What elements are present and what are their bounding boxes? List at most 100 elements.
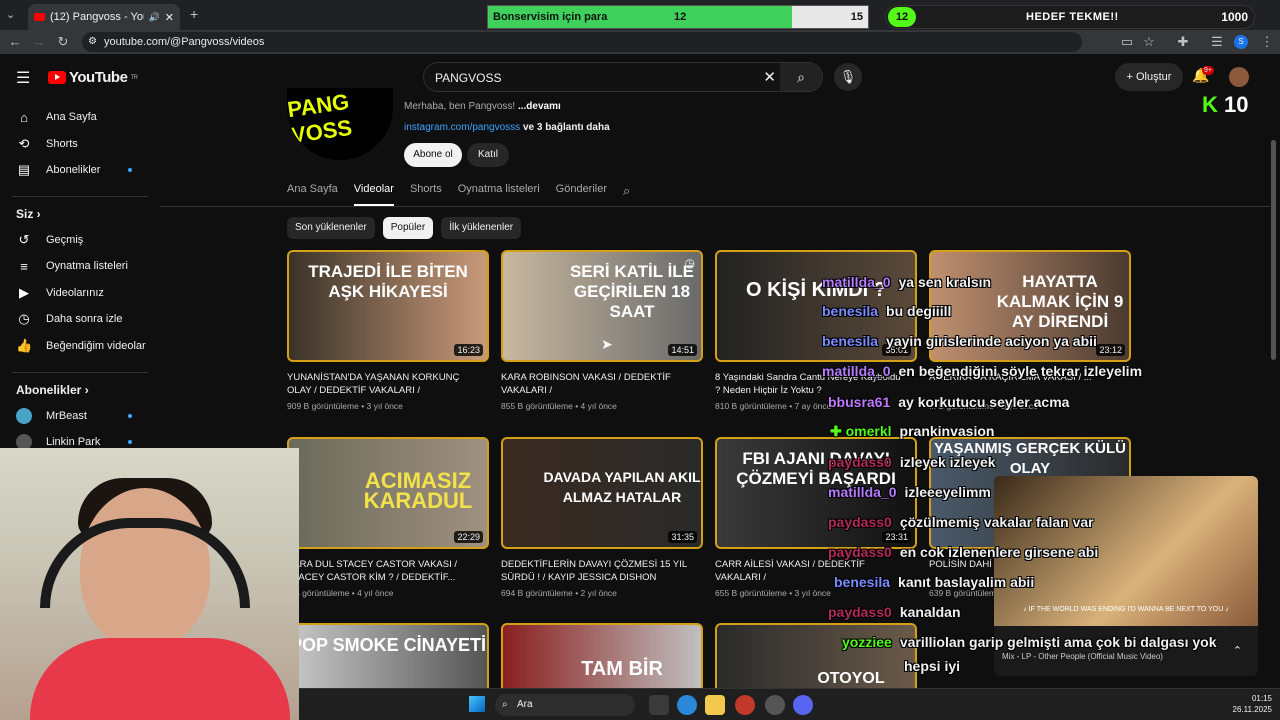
url-field[interactable]: ⚙ youtube.com/@Pangvoss/videos xyxy=(82,32,1082,52)
chip-popular[interactable]: Popüler xyxy=(382,217,434,239)
chip-latest[interactable]: Son yüklenenler xyxy=(287,217,375,239)
tab-playlists[interactable]: Oynatma listeleri xyxy=(458,183,540,206)
sidebar-item-label: Linkin Park xyxy=(46,436,101,448)
chat-text: yayin girislerinde aciyon ya abii xyxy=(886,333,1097,349)
sidebar-item-home[interactable]: ⌂ Ana Sayfa xyxy=(16,104,156,130)
chevron-up-icon[interactable]: ⌃ xyxy=(1233,644,1242,657)
hamburger-menu-icon[interactable]: ☰ xyxy=(16,68,30,88)
start-windows-icon[interactable] xyxy=(469,696,485,712)
windows-taskbar: ⌕ Ara 01:15 26.11.2025 xyxy=(299,688,1280,720)
chat-text: kanıt baslayalim abii xyxy=(898,574,1035,590)
tab-home[interactable]: Ana Sayfa xyxy=(287,183,338,206)
create-button[interactable]: + Oluştur xyxy=(1115,63,1183,91)
youtube-logo[interactable]: YouTube TR xyxy=(48,69,138,86)
tab-videos[interactable]: Videolar xyxy=(353,183,394,206)
more-links[interactable]: ve 3 bağlantı daha xyxy=(523,122,610,133)
search-input[interactable]: PANGVOSS xyxy=(435,71,501,85)
taskbar-search-label: Ara xyxy=(517,699,533,710)
clock-date: 26.11.2025 xyxy=(1232,705,1272,714)
video-card[interactable]: DAVADA YAPILAN AKIL ALMAZ HATALAR 31:35 D… xyxy=(501,437,703,598)
subscribe-button[interactable]: Abone ol xyxy=(404,143,462,167)
sidebar-item-watch-later[interactable]: ◷ Daha sonra izle xyxy=(16,306,156,332)
instagram-link[interactable]: instagram.com/pangvosss xyxy=(404,122,520,133)
sidebar-item-subscriptions[interactable]: ▤ Abonelikler xyxy=(16,157,156,183)
chat-message: ✚ omerkl prankinvasion xyxy=(830,422,994,440)
discord-icon[interactable] xyxy=(793,695,813,715)
sidebar: ⌂ Ana Sayfa ⟲ Shorts ▤ Abonelikler Siz › ↺ G… xyxy=(0,100,160,450)
reload-icon[interactable]: ↻ xyxy=(54,33,72,51)
channel-tabs: Ana Sayfa Videolar Shorts Oynatma listel… xyxy=(287,183,630,206)
chat-text: çözülmemiş vakalar falan var xyxy=(899,514,1094,530)
sidebar-item-shorts[interactable]: ⟲ Shorts xyxy=(16,131,156,157)
chat-message: bbusra61 ay korkutucu seyler acma xyxy=(828,393,1069,411)
profile-icon[interactable]: S xyxy=(1234,35,1248,49)
obs-icon[interactable] xyxy=(765,695,785,715)
watch-later-icon[interactable]: ◷ xyxy=(685,256,695,270)
bookmark-star-icon[interactable]: ☆ xyxy=(1140,33,1158,51)
taskbar-search[interactable]: ⌕ Ara xyxy=(495,694,635,716)
video-card[interactable]: TRAJEDİ İLE BİTEN AŞK HİKAYESİ 16:23 YUNA… xyxy=(287,250,489,411)
video-title[interactable]: KARA ROBINSON VAKASI / DEDEKTİF VAKALARI… xyxy=(501,371,703,397)
sidebar-item-your-videos[interactable]: ▶ Videolarınız xyxy=(16,280,156,306)
channel-description[interactable]: Merhaba, ben Pangvoss! ...devamı xyxy=(404,101,561,112)
back-icon[interactable]: ← xyxy=(6,33,24,51)
clear-search-icon[interactable]: ✕ xyxy=(763,68,776,86)
sidebar-you-heading[interactable]: Siz › xyxy=(16,207,41,221)
tab-close-icon[interactable]: ✕ xyxy=(165,11,174,24)
kick-count: 10 xyxy=(1224,92,1249,117)
channel-search-icon[interactable]: ⌕ xyxy=(623,183,630,206)
search-button[interactable]: ⌕ xyxy=(780,63,822,91)
cast-icon[interactable]: ▭ xyxy=(1118,33,1136,51)
sidebar-subs-heading[interactable]: Abonelikler › xyxy=(16,383,89,397)
video-card[interactable]: ACIMASIZ KARADUL 22:29 KARA DUL STACEY CA… xyxy=(287,437,489,598)
menu-kebab-icon[interactable]: ⋮ xyxy=(1258,33,1276,51)
webcam-person-shirt xyxy=(30,638,290,720)
tab-shorts[interactable]: Shorts xyxy=(410,183,442,206)
home-icon: ⌂ xyxy=(20,109,28,125)
browser-tab[interactable]: (12) Pangvoss - YouTube 🔊 ✕ xyxy=(28,4,180,30)
forward-icon[interactable]: → xyxy=(30,33,48,51)
follower-goal-bar: 12 HEDEF TEKME!! 1000 xyxy=(885,5,1255,29)
speaker-icon[interactable]: 🔊 xyxy=(149,12,160,23)
sidebar-item-history[interactable]: ↺ Geçmiş xyxy=(16,227,156,253)
taskbar-clock[interactable]: 01:15 26.11.2025 xyxy=(1233,693,1272,715)
chat-username: matillda_0 xyxy=(822,274,891,290)
tab-search-icon[interactable]: ⌄ xyxy=(6,8,15,21)
voice-search-button[interactable]: 🎙 xyxy=(834,63,862,91)
chrome-icon[interactable] xyxy=(677,695,697,715)
video-thumbnail[interactable]: ACIMASIZ KARADUL 22:29 xyxy=(287,437,489,549)
chat-text: izleeeyelimm xyxy=(904,484,991,500)
join-button[interactable]: Katıl xyxy=(467,143,509,167)
account-avatar[interactable] xyxy=(1229,67,1249,87)
search-box[interactable]: PANGVOSS ✕ ⌕ xyxy=(423,62,823,92)
file-explorer-icon[interactable] xyxy=(705,695,725,715)
channel-avatar[interactable]: PANG VOSS xyxy=(287,88,393,160)
opera-icon[interactable] xyxy=(735,695,755,715)
video-title[interactable]: YUNANİSTAN'DA YAŞANAN KORKUNÇ OLAY / DED… xyxy=(287,371,489,397)
more-link[interactable]: ...devamı xyxy=(518,101,561,112)
chat-username: benesila xyxy=(822,303,879,319)
page-scrollbar[interactable] xyxy=(1271,140,1276,360)
site-info-icon[interactable]: ⚙ xyxy=(88,32,97,52)
task-view-icon[interactable] xyxy=(649,695,669,715)
video-card[interactable]: SERİ KATİL İLE GEÇİRİLEN 18 SAAT 14:51 ◷ K… xyxy=(501,250,703,411)
video-thumbnail[interactable]: TRAJEDİ İLE BİTEN AŞK HİKAYESİ 16:23 xyxy=(287,250,489,362)
chat-username: paydass0 xyxy=(828,514,892,530)
video-title[interactable]: DEDEKTİFLERİN DAVAYI ÇÖZMESİ 15 YIL SÜRD… xyxy=(501,558,703,584)
sidebar-item-playlists[interactable]: ≡ Oynatma listeleri xyxy=(16,253,156,279)
reading-list-icon[interactable]: ☰ xyxy=(1208,33,1226,51)
notifications-badge: 9+ xyxy=(1202,66,1214,75)
new-tab-button[interactable]: + xyxy=(190,6,198,22)
music-video-title: Mix - LP - Other People (Official Music … xyxy=(1002,652,1163,661)
tab-posts[interactable]: Gönderiler xyxy=(556,183,607,206)
chip-oldest[interactable]: İlk yüklenenler xyxy=(441,217,522,239)
sidebar-sub-mrbeast[interactable]: MrBeast xyxy=(16,403,156,429)
video-title[interactable]: KARA DUL STACEY CASTOR VAKASI / STACEY C… xyxy=(287,558,489,584)
history-icon: ↺ xyxy=(18,232,30,247)
sidebar-item-liked[interactable]: 👍 Beğendiğim videolar xyxy=(16,333,156,359)
follower-goal-label: HEDEF TEKME!! xyxy=(1026,11,1119,23)
subscriptions-icon: ▤ xyxy=(17,162,31,177)
video-thumbnail[interactable]: DAVADA YAPILAN AKIL ALMAZ HATALAR 31:35 xyxy=(501,437,703,549)
sidebar-item-label: Daha sonra izle xyxy=(46,313,123,325)
extensions-icon[interactable]: ✚ xyxy=(1174,33,1192,51)
